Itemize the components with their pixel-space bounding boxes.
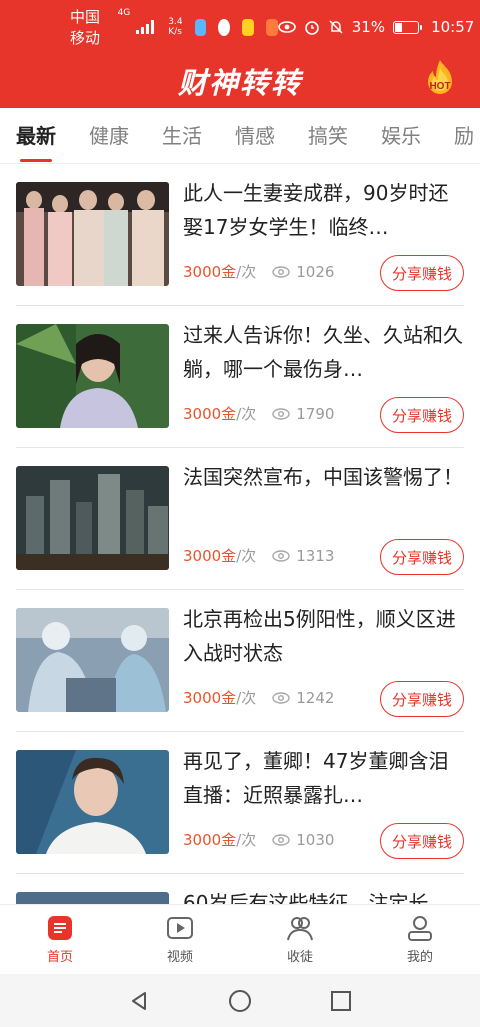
signal-icon bbox=[136, 20, 155, 34]
view-count-wrapper: 1242 bbox=[272, 689, 334, 707]
reward-unit: /次 bbox=[236, 831, 257, 849]
tab-health[interactable]: 健康 bbox=[89, 108, 129, 163]
share-earn-button[interactable]: 分享赚钱 bbox=[380, 823, 464, 859]
article-meta: 3000金 /次 1313 bbox=[183, 545, 334, 566]
net-speed: 3.4 K/s bbox=[168, 17, 183, 37]
people-icon bbox=[287, 917, 313, 941]
article-thumbnail[interactable] bbox=[16, 608, 169, 712]
article-title[interactable]: 过来人告诉你！久坐、久站和久躺，哪一个最伤身… bbox=[183, 318, 466, 386]
app-title: 财神转转 bbox=[177, 66, 302, 100]
eye-icon bbox=[272, 265, 290, 278]
bottom-nav: 首页 视频 收徒 我的 bbox=[0, 904, 480, 974]
article-thumbnail[interactable] bbox=[16, 324, 169, 428]
reward-amount: 3000金 bbox=[183, 831, 237, 849]
notification-app-icon bbox=[265, 18, 278, 36]
carrier-name: 中国移动 bbox=[70, 8, 101, 47]
article-thumbnail[interactable] bbox=[16, 750, 169, 854]
nav-mine-label: 我的 bbox=[406, 950, 433, 965]
home-circle-icon[interactable] bbox=[228, 989, 252, 1013]
nav-apprentice[interactable]: 收徒 bbox=[240, 905, 360, 974]
view-count: 1313 bbox=[296, 546, 335, 565]
article-feed: 此人一生妻妾成群，90岁时还娶17岁女学生！临终… 3000金 /次 1026 … bbox=[0, 164, 480, 904]
share-earn-button[interactable]: 分享赚钱 bbox=[380, 539, 464, 575]
eye-icon bbox=[272, 407, 290, 420]
wechat-icon bbox=[218, 18, 231, 36]
reward-amount: 3000金 bbox=[183, 405, 237, 423]
article-title[interactable]: 法国突然宣布，中国该警惕了！ bbox=[183, 460, 466, 528]
notification-app-icon bbox=[194, 18, 207, 36]
reward-unit: /次 bbox=[236, 547, 257, 565]
article-meta: 3000金 /次 1790 bbox=[183, 403, 334, 424]
article-meta: 3000金 /次 1242 bbox=[183, 687, 334, 708]
battery-icon bbox=[393, 20, 423, 34]
article-thumbnail[interactable] bbox=[16, 466, 169, 570]
share-earn-button[interactable]: 分享赚钱 bbox=[380, 681, 464, 717]
article-title[interactable]: 此人一生妻妾成群，90岁时还娶17岁女学生！临终… bbox=[183, 176, 466, 244]
tab-funny[interactable]: 搞笑 bbox=[308, 108, 348, 163]
clock: 10:57 bbox=[431, 18, 475, 36]
reward-amount: 3000金 bbox=[183, 263, 237, 281]
user-icon bbox=[408, 916, 432, 941]
home-icon bbox=[48, 916, 72, 940]
reward-unit: /次 bbox=[236, 263, 257, 281]
share-earn-button[interactable]: 分享赚钱 bbox=[380, 255, 464, 291]
article-meta: 3000金 /次 1030 bbox=[183, 829, 334, 850]
nav-home[interactable]: 首页 bbox=[0, 905, 120, 974]
notification-app-icon bbox=[242, 18, 254, 36]
hot-badge-label: HOT bbox=[429, 81, 450, 92]
article-title[interactable]: 60岁后有这些特征，注定长 bbox=[183, 886, 466, 904]
eye-icon bbox=[272, 549, 290, 562]
reward-unit: /次 bbox=[236, 405, 257, 423]
battery-percent: 31% bbox=[351, 18, 386, 36]
list-item[interactable]: 过来人告诉你！久坐、久站和久躺，哪一个最伤身… 3000金 /次 1790 分享… bbox=[16, 306, 464, 448]
view-count: 1030 bbox=[296, 830, 335, 849]
article-thumbnail[interactable] bbox=[16, 182, 169, 286]
category-tabs: 最新 健康 生活 情感 搞笑 娱乐 励 bbox=[0, 108, 480, 164]
reward-amount: 3000金 bbox=[183, 547, 237, 565]
view-count-wrapper: 1030 bbox=[272, 831, 334, 849]
mute-icon bbox=[329, 20, 343, 34]
status-bar: 中国移动 4G 3.4 K/s 31% 10:57 bbox=[0, 0, 480, 54]
view-count: 1242 bbox=[296, 688, 335, 707]
view-count: 1026 bbox=[296, 262, 335, 281]
view-count: 1790 bbox=[296, 404, 335, 423]
eye-icon bbox=[272, 691, 290, 704]
article-title[interactable]: 再见了，董卿！47岁董卿含泪直播：近照暴露扎… bbox=[183, 744, 466, 812]
article-meta: 3000金 /次 1026 bbox=[183, 261, 334, 282]
nav-video-label: 视频 bbox=[166, 950, 193, 965]
nav-video[interactable]: 视频 bbox=[120, 905, 240, 974]
list-item[interactable]: 此人一生妻妾成群，90岁时还娶17岁女学生！临终… 3000金 /次 1026 … bbox=[16, 164, 464, 306]
reward-amount: 3000金 bbox=[183, 689, 237, 707]
eye-icon bbox=[277, 21, 296, 33]
tab-emotion[interactable]: 情感 bbox=[235, 108, 275, 163]
back-icon[interactable] bbox=[128, 990, 150, 1012]
article-title[interactable]: 北京再检出5例阳性，顺义区进入战时状态 bbox=[183, 602, 466, 670]
alarm-icon bbox=[304, 21, 319, 35]
list-item[interactable]: 法国突然宣布，中国该警惕了！ 3000金 /次 1313 分享赚钱 bbox=[16, 448, 464, 590]
tab-life[interactable]: 生活 bbox=[162, 108, 202, 163]
share-earn-button[interactable]: 分享赚钱 bbox=[380, 397, 464, 433]
list-item[interactable]: 再见了，董卿！47岁董卿含泪直播：近照暴露扎… 3000金 /次 1030 分享… bbox=[16, 732, 464, 874]
tab-latest[interactable]: 最新 bbox=[16, 108, 56, 163]
list-item[interactable]: 60岁后有这些特征，注定长 bbox=[16, 874, 464, 904]
system-nav-bar bbox=[0, 974, 480, 1027]
tab-inspiration[interactable]: 励 bbox=[454, 108, 474, 163]
nav-apprentice-label: 收徒 bbox=[286, 950, 313, 965]
video-icon bbox=[167, 917, 193, 939]
recents-icon[interactable] bbox=[330, 990, 352, 1012]
reward-unit: /次 bbox=[236, 689, 257, 707]
app-header: 中国移动 4G 3.4 K/s 31% 10:57 财神转转 HOT bbox=[0, 0, 480, 108]
article-thumbnail[interactable] bbox=[16, 892, 169, 904]
network-type: 4G bbox=[117, 8, 131, 18]
hot-icon[interactable]: HOT bbox=[420, 58, 460, 98]
nav-home-label: 首页 bbox=[46, 950, 73, 965]
eye-icon bbox=[272, 833, 290, 846]
list-item[interactable]: 北京再检出5例阳性，顺义区进入战时状态 3000金 /次 1242 分享赚钱 bbox=[16, 590, 464, 732]
nav-mine[interactable]: 我的 bbox=[360, 905, 480, 974]
view-count-wrapper: 1026 bbox=[272, 263, 334, 281]
tab-entertainment[interactable]: 娱乐 bbox=[381, 108, 421, 163]
view-count-wrapper: 1313 bbox=[272, 547, 334, 565]
view-count-wrapper: 1790 bbox=[272, 405, 334, 423]
